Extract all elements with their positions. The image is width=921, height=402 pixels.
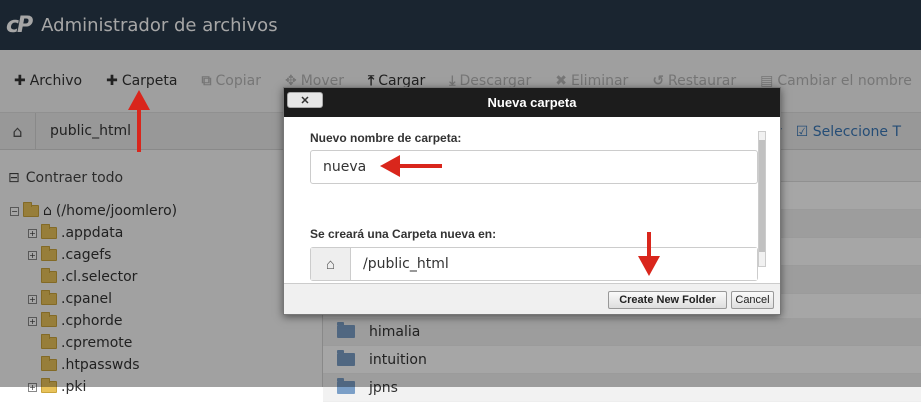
- scrollbar-thumb[interactable]: [759, 140, 765, 252]
- cancel-button[interactable]: Cancel: [731, 291, 774, 309]
- close-icon: ✕: [300, 94, 310, 107]
- close-button[interactable]: ✕: [287, 92, 323, 108]
- new-folder-dialog: ✕ Nueva carpeta Nuevo nombre de carpeta:…: [283, 87, 781, 315]
- dialog-scrollbar[interactable]: [758, 131, 766, 267]
- dialog-title: Nueva carpeta: [487, 95, 577, 110]
- home-icon: ⌂: [311, 248, 351, 280]
- destination-label: Se creará una Carpeta nueva en:: [310, 227, 497, 241]
- dialog-footer: Create New Folder Cancel: [284, 283, 780, 314]
- destination-field: ⌂: [310, 247, 758, 281]
- destination-input[interactable]: [351, 248, 757, 280]
- dialog-body: Nuevo nombre de carpeta: Se creará una C…: [284, 117, 780, 283]
- create-folder-button[interactable]: Create New Folder: [608, 291, 727, 309]
- folder-name-label: Nuevo nombre de carpeta:: [310, 131, 462, 145]
- folder-name-input[interactable]: [310, 150, 758, 184]
- dialog-titlebar: ✕ Nueva carpeta: [284, 88, 780, 117]
